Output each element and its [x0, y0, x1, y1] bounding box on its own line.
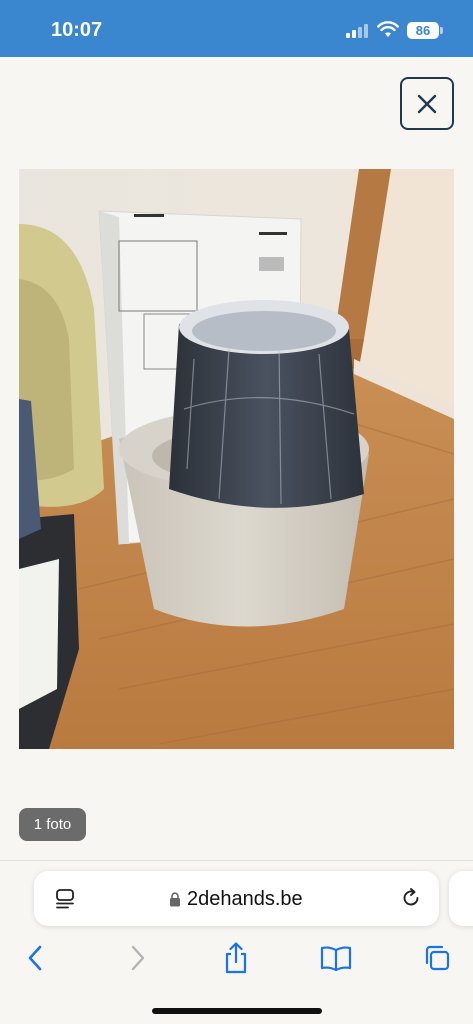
forward-button[interactable] [121, 941, 155, 975]
close-icon [417, 94, 437, 113]
share-button[interactable] [219, 941, 253, 975]
tabs-button[interactable] [420, 941, 454, 975]
battery-level: 86 [407, 22, 439, 39]
cellular-signal-icon [346, 24, 370, 38]
tabs-icon [425, 945, 450, 971]
browser-toolbar [0, 935, 473, 980]
status-bar: 10:07 86 [0, 0, 473, 57]
share-icon [225, 942, 247, 974]
status-time: 10:07 [51, 19, 103, 41]
lock-icon [170, 891, 180, 906]
address-bar[interactable]: 2dehands.be [34, 871, 439, 926]
reload-icon[interactable] [400, 887, 422, 909]
divider [0, 860, 473, 861]
next-tab-preview[interactable] [449, 871, 473, 926]
bookmarks-button[interactable] [319, 941, 353, 975]
photo-count-badge: 1 foto [19, 808, 86, 841]
forward-icon [131, 945, 145, 971]
wifi-icon [377, 21, 399, 37]
back-icon [28, 945, 42, 971]
home-indicator [152, 1008, 322, 1014]
product-photo-image [19, 169, 454, 749]
close-button[interactable] [400, 77, 454, 130]
url-text: 2dehands.be [187, 887, 303, 910]
back-button[interactable] [18, 941, 52, 975]
product-photo[interactable] [19, 169, 454, 749]
page-menu-icon[interactable] [54, 888, 76, 910]
bookmarks-icon [320, 946, 352, 971]
url-display[interactable]: 2dehands.be [169, 888, 303, 910]
battery-tip [440, 27, 443, 34]
